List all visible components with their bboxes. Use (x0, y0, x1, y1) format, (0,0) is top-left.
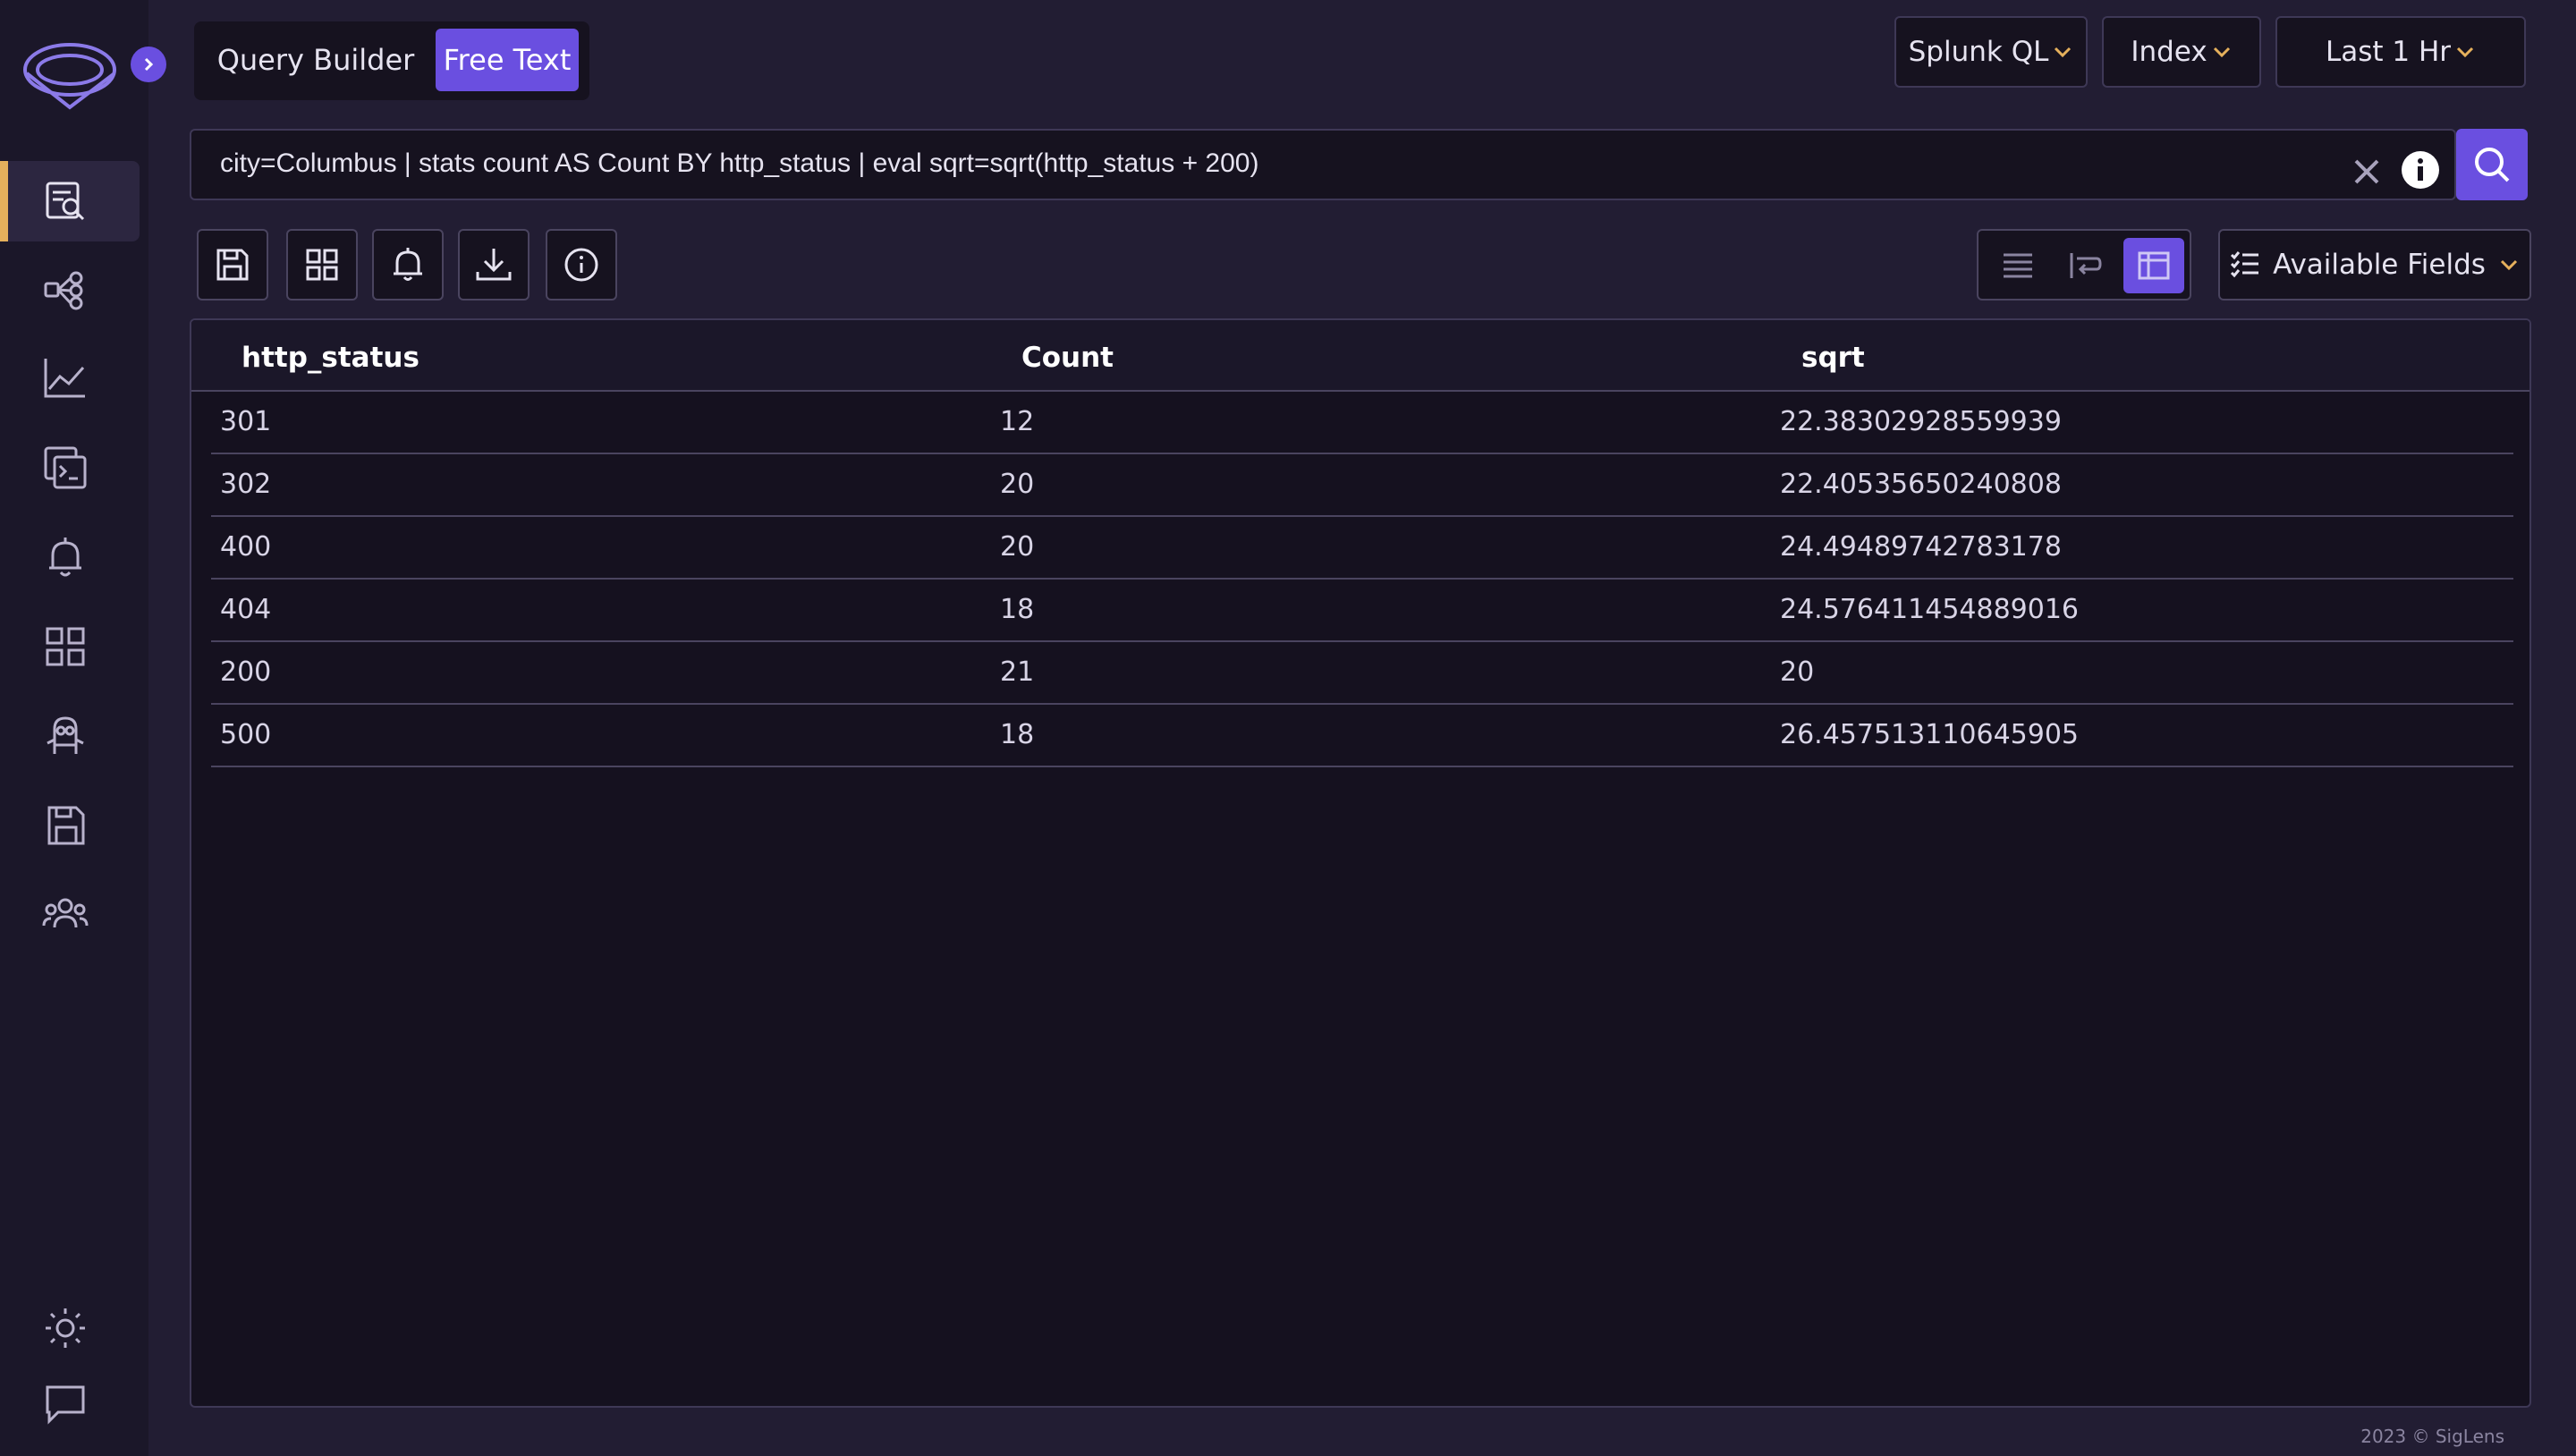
cell-http-status: 500 (220, 719, 272, 750)
view-table-button[interactable] (2123, 238, 2184, 293)
sidebar-expand-button[interactable] (131, 47, 166, 82)
search-logs-icon (46, 182, 85, 221)
bell-icon (49, 538, 81, 577)
view-wrap-lines-button[interactable] (2055, 238, 2116, 293)
save-icon (216, 249, 249, 281)
cell-sqrt: 24.576411454889016 (1780, 594, 2080, 625)
cell-http-status: 302 (220, 469, 272, 500)
cell-count: 20 (1000, 531, 1035, 563)
download-button[interactable] (458, 229, 530, 301)
index-label: Index (2131, 36, 2207, 68)
table-icon (2138, 251, 2170, 280)
download-icon (476, 249, 512, 281)
cell-sqrt: 22.40535650240808 (1780, 469, 2062, 500)
chat-bubble-icon (46, 1385, 85, 1425)
sidebar (0, 0, 166, 1456)
cell-count: 12 (1000, 406, 1035, 437)
save-icon (47, 806, 85, 845)
sidebar-item-live-tail[interactable] (0, 427, 148, 508)
tab-free-text[interactable]: Free Text (436, 29, 579, 91)
info-button[interactable] (546, 229, 617, 301)
cell-sqrt: 20 (1780, 656, 1815, 688)
cell-count: 20 (1000, 469, 1035, 500)
info-icon (564, 248, 598, 282)
table-row[interactable]: 400 20 24.49489742783178 (211, 517, 2513, 580)
minion-icon (47, 716, 84, 754)
cell-http-status: 301 (220, 406, 272, 437)
grid-icon (46, 627, 85, 666)
sun-icon (46, 1308, 85, 1348)
save-query-button[interactable] (197, 229, 268, 301)
time-range-label: Last 1 Hr (2325, 36, 2452, 68)
service-graph-icon (44, 271, 83, 310)
footer-copyright: 2023 © SigLens (2360, 1426, 2504, 1447)
wrap-text-icon (2070, 253, 2102, 278)
sidebar-item-search[interactable] (0, 161, 140, 241)
line-chart-icon (44, 359, 85, 398)
time-range-dropdown[interactable]: Last 1 Hr (2275, 16, 2526, 88)
cell-sqrt: 26.457513110645905 (1780, 719, 2080, 750)
column-header-http-status[interactable]: http_status (242, 342, 419, 374)
add-to-dashboard-button[interactable] (286, 229, 358, 301)
table-header: http_status Count sqrt (191, 320, 2529, 392)
siglens-logo-icon[interactable] (21, 29, 120, 114)
run-search-button[interactable] (2456, 129, 2528, 200)
query-language-dropdown[interactable]: Splunk QL (1894, 16, 2088, 88)
chevron-down-icon (2456, 47, 2474, 58)
view-mode-group (1977, 229, 2191, 301)
users-icon (42, 898, 89, 928)
index-dropdown[interactable]: Index (2102, 16, 2261, 88)
sidebar-item-dashboards[interactable] (0, 606, 148, 687)
sidebar-item-users[interactable] (0, 875, 148, 955)
cell-sqrt: 22.38302928559939 (1780, 406, 2062, 437)
table-row[interactable]: 302 20 22.40535650240808 (211, 454, 2513, 517)
cell-http-status: 400 (220, 531, 272, 563)
cell-http-status: 404 (220, 594, 272, 625)
table-row[interactable]: 404 18 24.576411454889016 (211, 580, 2513, 642)
chevron-right-icon (144, 57, 154, 72)
feedback-button[interactable] (0, 1363, 148, 1443)
cell-http-status: 200 (220, 656, 272, 688)
available-fields-label: Available Fields (2273, 249, 2486, 281)
sidebar-item-alerts[interactable] (0, 517, 148, 597)
create-alert-button[interactable] (372, 229, 444, 301)
checklist-icon (2231, 251, 2259, 278)
query-mode-tabs: Query Builder Free Text (194, 21, 589, 100)
chevron-down-icon (2055, 47, 2072, 58)
sidebar-item-minion-searches[interactable] (0, 696, 148, 776)
query-text: city=Columbus | stats count AS Count BY … (220, 148, 1259, 178)
list-lines-icon (2004, 253, 2032, 278)
table-row[interactable]: 200 21 20 (211, 642, 2513, 705)
sidebar-item-service-graph[interactable] (0, 250, 148, 331)
cell-count: 21 (1000, 656, 1035, 688)
bell-icon (394, 248, 422, 281)
available-fields-dropdown[interactable]: Available Fields (2218, 229, 2531, 301)
grid-icon (306, 249, 338, 281)
cell-count: 18 (1000, 719, 1035, 750)
tab-query-builder[interactable]: Query Builder (208, 29, 423, 91)
cell-sqrt: 24.49489742783178 (1780, 531, 2062, 563)
clear-query-icon[interactable] (2345, 150, 2388, 193)
column-header-sqrt[interactable]: sqrt (1801, 342, 1865, 374)
chevron-down-icon (2500, 259, 2517, 271)
theme-toggle[interactable] (0, 1288, 148, 1368)
search-icon (2475, 148, 2510, 182)
table-row[interactable]: 301 12 22.38302928559939 (211, 392, 2513, 454)
query-input[interactable]: city=Columbus | stats count AS Count BY … (190, 129, 2456, 200)
terminal-icon (44, 446, 87, 489)
table-row[interactable]: 500 18 26.457513110645905 (211, 705, 2513, 767)
sidebar-item-metrics[interactable] (0, 338, 148, 419)
chevron-down-icon (2213, 47, 2230, 58)
query-language-label: Splunk QL (1908, 36, 2049, 68)
results-table: http_status Count sqrt 301 12 22.3830292… (190, 318, 2531, 1408)
sidebar-item-saved-queries[interactable] (0, 785, 148, 866)
column-header-count[interactable]: Count (1021, 342, 1114, 374)
view-single-line-button[interactable] (1987, 238, 2048, 293)
cell-count: 18 (1000, 594, 1035, 625)
query-info-icon[interactable] (2399, 148, 2442, 191)
